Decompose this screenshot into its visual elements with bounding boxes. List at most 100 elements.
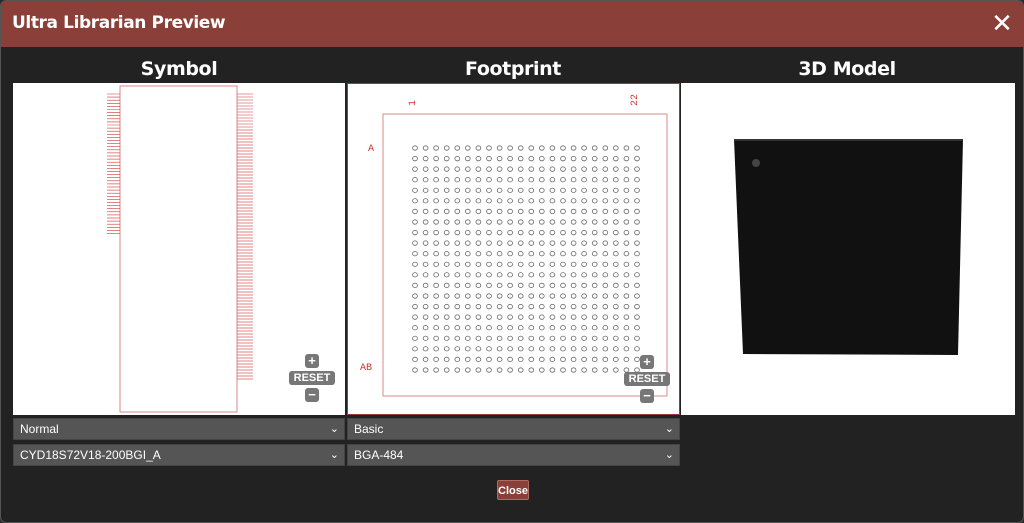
bga-ball [581, 314, 587, 320]
bga-ball [528, 156, 535, 162]
bga-ball [539, 335, 545, 341]
bga-ball [475, 166, 482, 172]
bga-ball [433, 356, 439, 362]
symbol-part-select[interactable]: CYD18S72V18-200BGI_A ⌄ [13, 444, 345, 466]
bga-ball [549, 314, 556, 320]
bga-ball [634, 325, 640, 331]
bga-ball [475, 272, 482, 278]
bga-ball [486, 282, 492, 288]
bga-ball [612, 219, 619, 225]
bga-ball [454, 282, 461, 288]
bga-ball [549, 325, 556, 331]
bga-ball [465, 346, 471, 352]
bga-ball [496, 346, 503, 352]
bga-ball [549, 367, 556, 373]
bga-ball [517, 282, 524, 288]
bga-ball [570, 261, 577, 267]
bga-ball [412, 346, 418, 352]
bga-ball [412, 166, 418, 172]
bga-ball [602, 314, 609, 320]
symbol-viewer[interactable]: + RESET − [13, 83, 345, 415]
bga-ball [581, 166, 587, 172]
bga-ball [591, 240, 598, 246]
bga-ball [486, 272, 492, 278]
bga-ball [422, 304, 429, 310]
bga-ball [443, 325, 450, 331]
bga-ball [570, 282, 577, 288]
reset-button[interactable]: RESET [624, 372, 670, 386]
bga-ball [465, 145, 471, 151]
footprint-viewer[interactable]: 1 22 A AB + RESET − [347, 83, 680, 415]
bga-ball [560, 272, 566, 278]
bga-ball [412, 240, 418, 246]
bga-ball [602, 367, 609, 373]
symbol-view-select[interactable]: Normal ⌄ [13, 418, 345, 440]
bga-ball [623, 187, 630, 193]
bga-ball [528, 145, 535, 151]
bga-ball [581, 251, 587, 257]
bga-ball [623, 314, 630, 320]
close-button[interactable]: Close [497, 480, 529, 500]
bga-ball [475, 304, 482, 310]
bga-ball [454, 198, 461, 204]
footprint-view-select[interactable]: Basic ⌄ [347, 418, 680, 440]
bga-ball [507, 177, 513, 183]
close-icon[interactable]: ✕ [989, 9, 1015, 37]
bga-ball [507, 166, 513, 172]
bga-ball [454, 208, 461, 215]
bga-ball [454, 145, 461, 151]
bga-ball [623, 261, 630, 267]
bga-ball [443, 282, 450, 288]
bga-ball [422, 166, 429, 172]
zoom-out-button[interactable]: − [305, 388, 319, 402]
bga-ball [465, 272, 471, 278]
bga-ball [465, 230, 471, 236]
bga-ball [454, 240, 461, 246]
bga-ball [443, 367, 450, 373]
zoom-in-button[interactable]: + [305, 354, 319, 368]
bga-ball [475, 346, 482, 352]
bga-ball [623, 251, 630, 257]
bga-ball [612, 166, 619, 172]
bga-ball [634, 145, 640, 151]
bga-ball [454, 314, 461, 320]
bga-ball [560, 156, 566, 162]
bga-ball [634, 335, 640, 341]
bga-ball [539, 230, 545, 236]
bga-ball [539, 367, 545, 373]
bga-ball [517, 240, 524, 246]
bga-ball [549, 187, 556, 193]
bga-ball [612, 177, 619, 183]
bga-ball [612, 272, 619, 278]
bga-ball [486, 261, 492, 267]
bga-ball [602, 219, 609, 225]
row-first-label: A [368, 144, 374, 155]
reset-button[interactable]: RESET [289, 371, 335, 385]
footprint-package-select[interactable]: BGA-484 ⌄ [347, 444, 680, 466]
bga-ball [422, 177, 429, 183]
bga-ball [549, 177, 556, 183]
col-last-label: 22 [630, 94, 641, 106]
bga-ball [634, 346, 640, 352]
bga-ball [486, 335, 492, 341]
bga-ball [422, 230, 429, 236]
bga-ball [496, 272, 503, 278]
bga-ball [496, 356, 503, 362]
bga-ball [581, 282, 587, 288]
chevron-down-icon: ⌄ [664, 449, 674, 461]
bga-ball [496, 166, 503, 172]
symbol-zoom-controls: + RESET − [282, 354, 342, 404]
bga-ball [570, 145, 577, 151]
bga-ball [486, 166, 492, 172]
bga-ball [591, 335, 598, 341]
bga-ball [454, 325, 461, 331]
bga-ball [422, 346, 429, 352]
zoom-in-button[interactable]: + [640, 355, 654, 369]
bga-ball [560, 314, 566, 320]
zoom-out-button[interactable]: − [640, 389, 654, 403]
bga-ball [496, 145, 503, 151]
bga-ball [623, 156, 630, 162]
bga-ball [465, 356, 471, 362]
bga-ball [612, 325, 619, 331]
bga-ball [507, 367, 513, 373]
